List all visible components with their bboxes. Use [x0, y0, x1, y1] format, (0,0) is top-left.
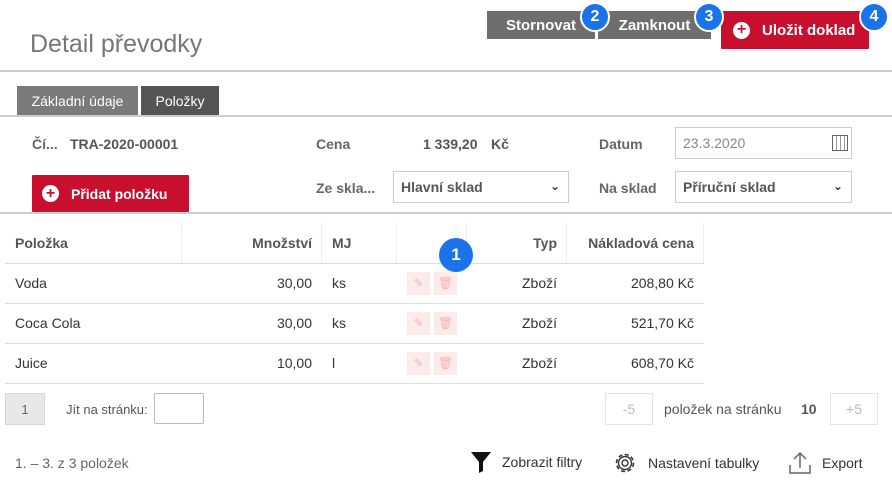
items-summary: 1. – 3. z 3 položek — [15, 455, 129, 471]
cell-quantity: 30,00 — [182, 263, 322, 304]
tab-divider — [0, 115, 892, 117]
cell-actions: ✎ 🗑 — [397, 343, 467, 384]
plus-circle-icon: + — [733, 21, 750, 39]
column-header-cost[interactable]: Nákladová cena — [567, 223, 704, 264]
delete-trash-icon[interactable]: 🗑 — [434, 311, 457, 335]
save-document-label: Uložit doklad — [762, 21, 856, 39]
to-warehouse-value: Příruční sklad — [683, 179, 776, 195]
callout-badge-2: 2 — [580, 2, 610, 32]
callout-badge-1: 1 — [439, 238, 473, 272]
number-value: TRA-2020-00001 — [70, 136, 179, 152]
upload-export-icon — [789, 451, 811, 474]
plus-circle-icon: + — [42, 185, 59, 202]
edit-pencil-icon[interactable]: ✎ — [407, 311, 430, 335]
cell-cost: 208,80 Kč — [567, 263, 704, 304]
edit-pencil-icon[interactable]: ✎ — [407, 351, 430, 375]
cell-type: Zboží — [467, 263, 567, 304]
cell-type: Zboží — [467, 303, 567, 344]
export-label: Export — [822, 455, 863, 471]
date-label: Datum — [599, 136, 643, 152]
column-header-unit[interactable]: MJ — [322, 223, 397, 264]
add-item-label: Přidat položku — [71, 185, 168, 202]
edit-pencil-icon[interactable]: ✎ — [407, 271, 430, 295]
column-header-quantity[interactable]: Množství — [182, 223, 322, 264]
gear-icon — [615, 453, 635, 473]
to-warehouse-select[interactable]: Příruční sklad ⌄ — [675, 171, 852, 203]
from-warehouse-value: Hlavní sklad — [401, 179, 483, 195]
per-page-label: položek na stránku — [664, 401, 782, 417]
header-divider — [0, 70, 892, 72]
table-settings-label: Nastavení tabulky — [648, 455, 760, 471]
cell-item: Coca Cola — [5, 303, 182, 344]
export-button[interactable]: Export — [788, 450, 862, 476]
show-filters-button[interactable]: Zobrazit filtry — [470, 450, 582, 474]
from-warehouse-select[interactable]: Hlavní sklad ⌄ — [393, 171, 569, 203]
show-filters-label: Zobrazit filtry — [502, 454, 583, 470]
cell-quantity: 10,00 — [182, 343, 322, 384]
cell-cost: 608,70 Kč — [567, 343, 704, 384]
chevron-down-icon: ⌄ — [549, 179, 560, 193]
from-warehouse-label: Ze skla... — [316, 180, 376, 196]
number-label: Čí... — [32, 136, 58, 152]
cell-actions: ✎ 🗑 — [397, 303, 467, 344]
cell-item: Juice — [5, 343, 182, 384]
table-header-row: Položka Množství MJ Typ Nákladová cena — [5, 223, 704, 264]
table-row[interactable]: Coca Cola 30,00 ks ✎ 🗑 Zboží 521,70 Kč — [5, 303, 704, 344]
cell-unit: ks — [322, 303, 397, 344]
jump-to-page-input[interactable] — [154, 393, 204, 424]
cell-item: Voda — [5, 263, 182, 304]
date-value: 23.3.2020 — [683, 135, 746, 151]
table-row[interactable]: Voda 30,00 ks ✎ 🗑 Zboží 208,80 Kč — [5, 263, 704, 304]
price-value: 1 339,20 — [423, 136, 478, 152]
cell-cost: 521,70 Kč — [567, 303, 704, 344]
per-page-value: 10 — [801, 401, 817, 417]
cell-quantity: 30,00 — [182, 303, 322, 344]
jump-to-page-label: Jít na stránku: — [66, 402, 148, 417]
callout-badge-4: 4 — [859, 2, 889, 32]
add-item-button[interactable]: + Přidat položku — [32, 175, 189, 212]
cancel-button[interactable]: Stornovat — [487, 11, 595, 39]
cell-type: Zboží — [467, 343, 567, 384]
page-title: Detail převodky — [30, 30, 203, 58]
price-currency: Kč — [491, 136, 509, 152]
calendar-icon[interactable] — [832, 135, 848, 151]
per-page-decrease-button[interactable]: -5 — [605, 393, 653, 425]
to-warehouse-label: Na sklad — [599, 180, 657, 196]
delete-trash-icon[interactable]: 🗑 — [434, 351, 457, 375]
chevron-down-icon: ⌄ — [832, 179, 843, 193]
callout-badge-3: 3 — [694, 2, 724, 32]
cell-unit: l — [322, 343, 397, 384]
tab-basic-info[interactable]: Základní údaje — [17, 86, 138, 116]
date-field[interactable]: 23.3.2020 — [675, 127, 852, 159]
items-table: Položka Množství MJ Typ Nákladová cena V… — [5, 223, 704, 384]
tab-items[interactable]: Položky — [141, 86, 219, 116]
table-settings-button[interactable]: Nastavení tabulky — [612, 450, 759, 476]
per-page-increase-button[interactable]: +5 — [830, 393, 878, 425]
table-row[interactable]: Juice 10,00 l ✎ 🗑 Zboží 608,70 Kč — [5, 343, 704, 384]
price-label: Cena — [316, 136, 351, 152]
funnel-icon — [471, 452, 491, 473]
page-button-current[interactable]: 1 — [5, 393, 45, 425]
save-document-button[interactable]: + Uložit doklad — [721, 11, 869, 49]
form-divider — [0, 212, 892, 214]
column-header-type[interactable]: Typ — [467, 223, 567, 264]
cell-unit: ks — [322, 263, 397, 304]
column-header-item[interactable]: Položka — [5, 223, 182, 264]
delete-trash-icon[interactable]: 🗑 — [434, 271, 457, 295]
